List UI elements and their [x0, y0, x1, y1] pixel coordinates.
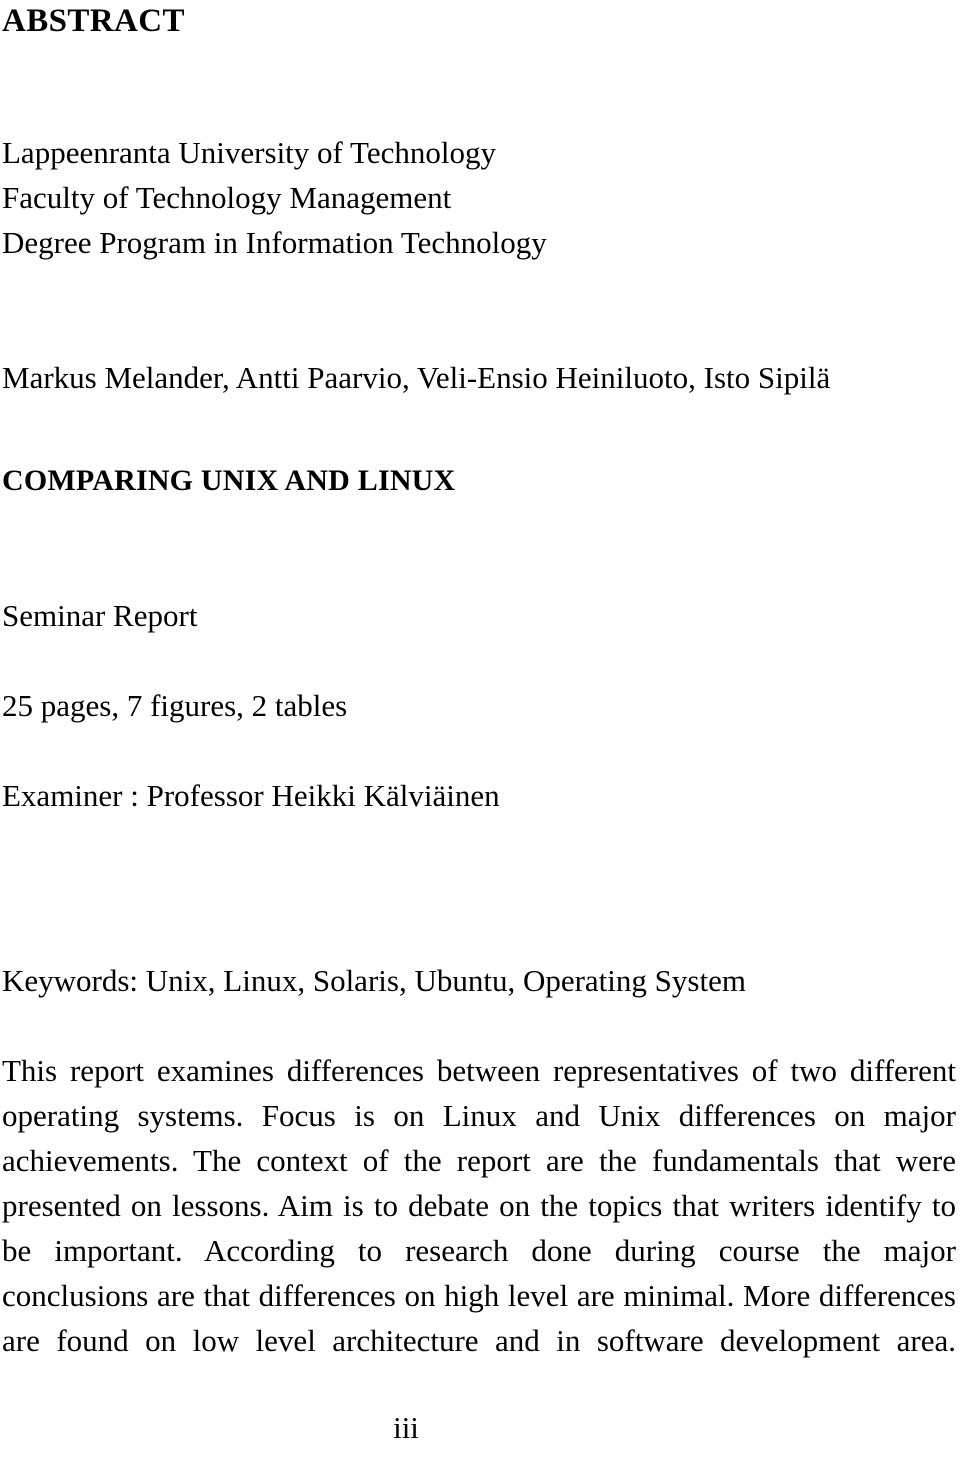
page-title: ABSTRACT [2, 3, 185, 39]
institution-faculty: Faculty of Technology Management [2, 180, 452, 215]
spacer-before-abstract [2, 1003, 958, 1048]
page-number: iii [393, 1410, 419, 1445]
document-title: COMPARING UNIX AND LINUX [2, 464, 456, 497]
spacer-after-heading [2, 40, 958, 130]
report-type: Seminar Report [2, 598, 198, 633]
spacer-before-authors [2, 265, 958, 355]
document-page: ABSTRACT Lappeenranta University of Tech… [0, 0, 960, 1457]
institution-block: Lappeenranta University of Technology Fa… [2, 130, 958, 265]
institution-university: Lappeenranta University of Technology [2, 135, 496, 170]
page-content: ABSTRACT Lappeenranta University of Tech… [2, 0, 958, 1363]
spacer-before-report-type [2, 503, 958, 593]
spacer-before-keywords [2, 818, 958, 958]
authors-line: Markus Melander, Antti Paarvio, Veli-Ens… [2, 360, 831, 395]
spacer-before-title [2, 400, 958, 458]
spacer-before-extent [2, 638, 958, 683]
abstract-paragraph: This report examines differences between… [2, 1053, 956, 1358]
institution-program: Degree Program in Information Technology [2, 225, 547, 260]
examiner-line: Examiner : Professor Heikki Kälviäinen [2, 778, 500, 813]
keywords-line: Keywords: Unix, Linux, Solaris, Ubuntu, … [2, 963, 746, 998]
report-extent: 25 pages, 7 figures, 2 tables [2, 688, 348, 723]
spacer-before-examiner [2, 728, 958, 773]
